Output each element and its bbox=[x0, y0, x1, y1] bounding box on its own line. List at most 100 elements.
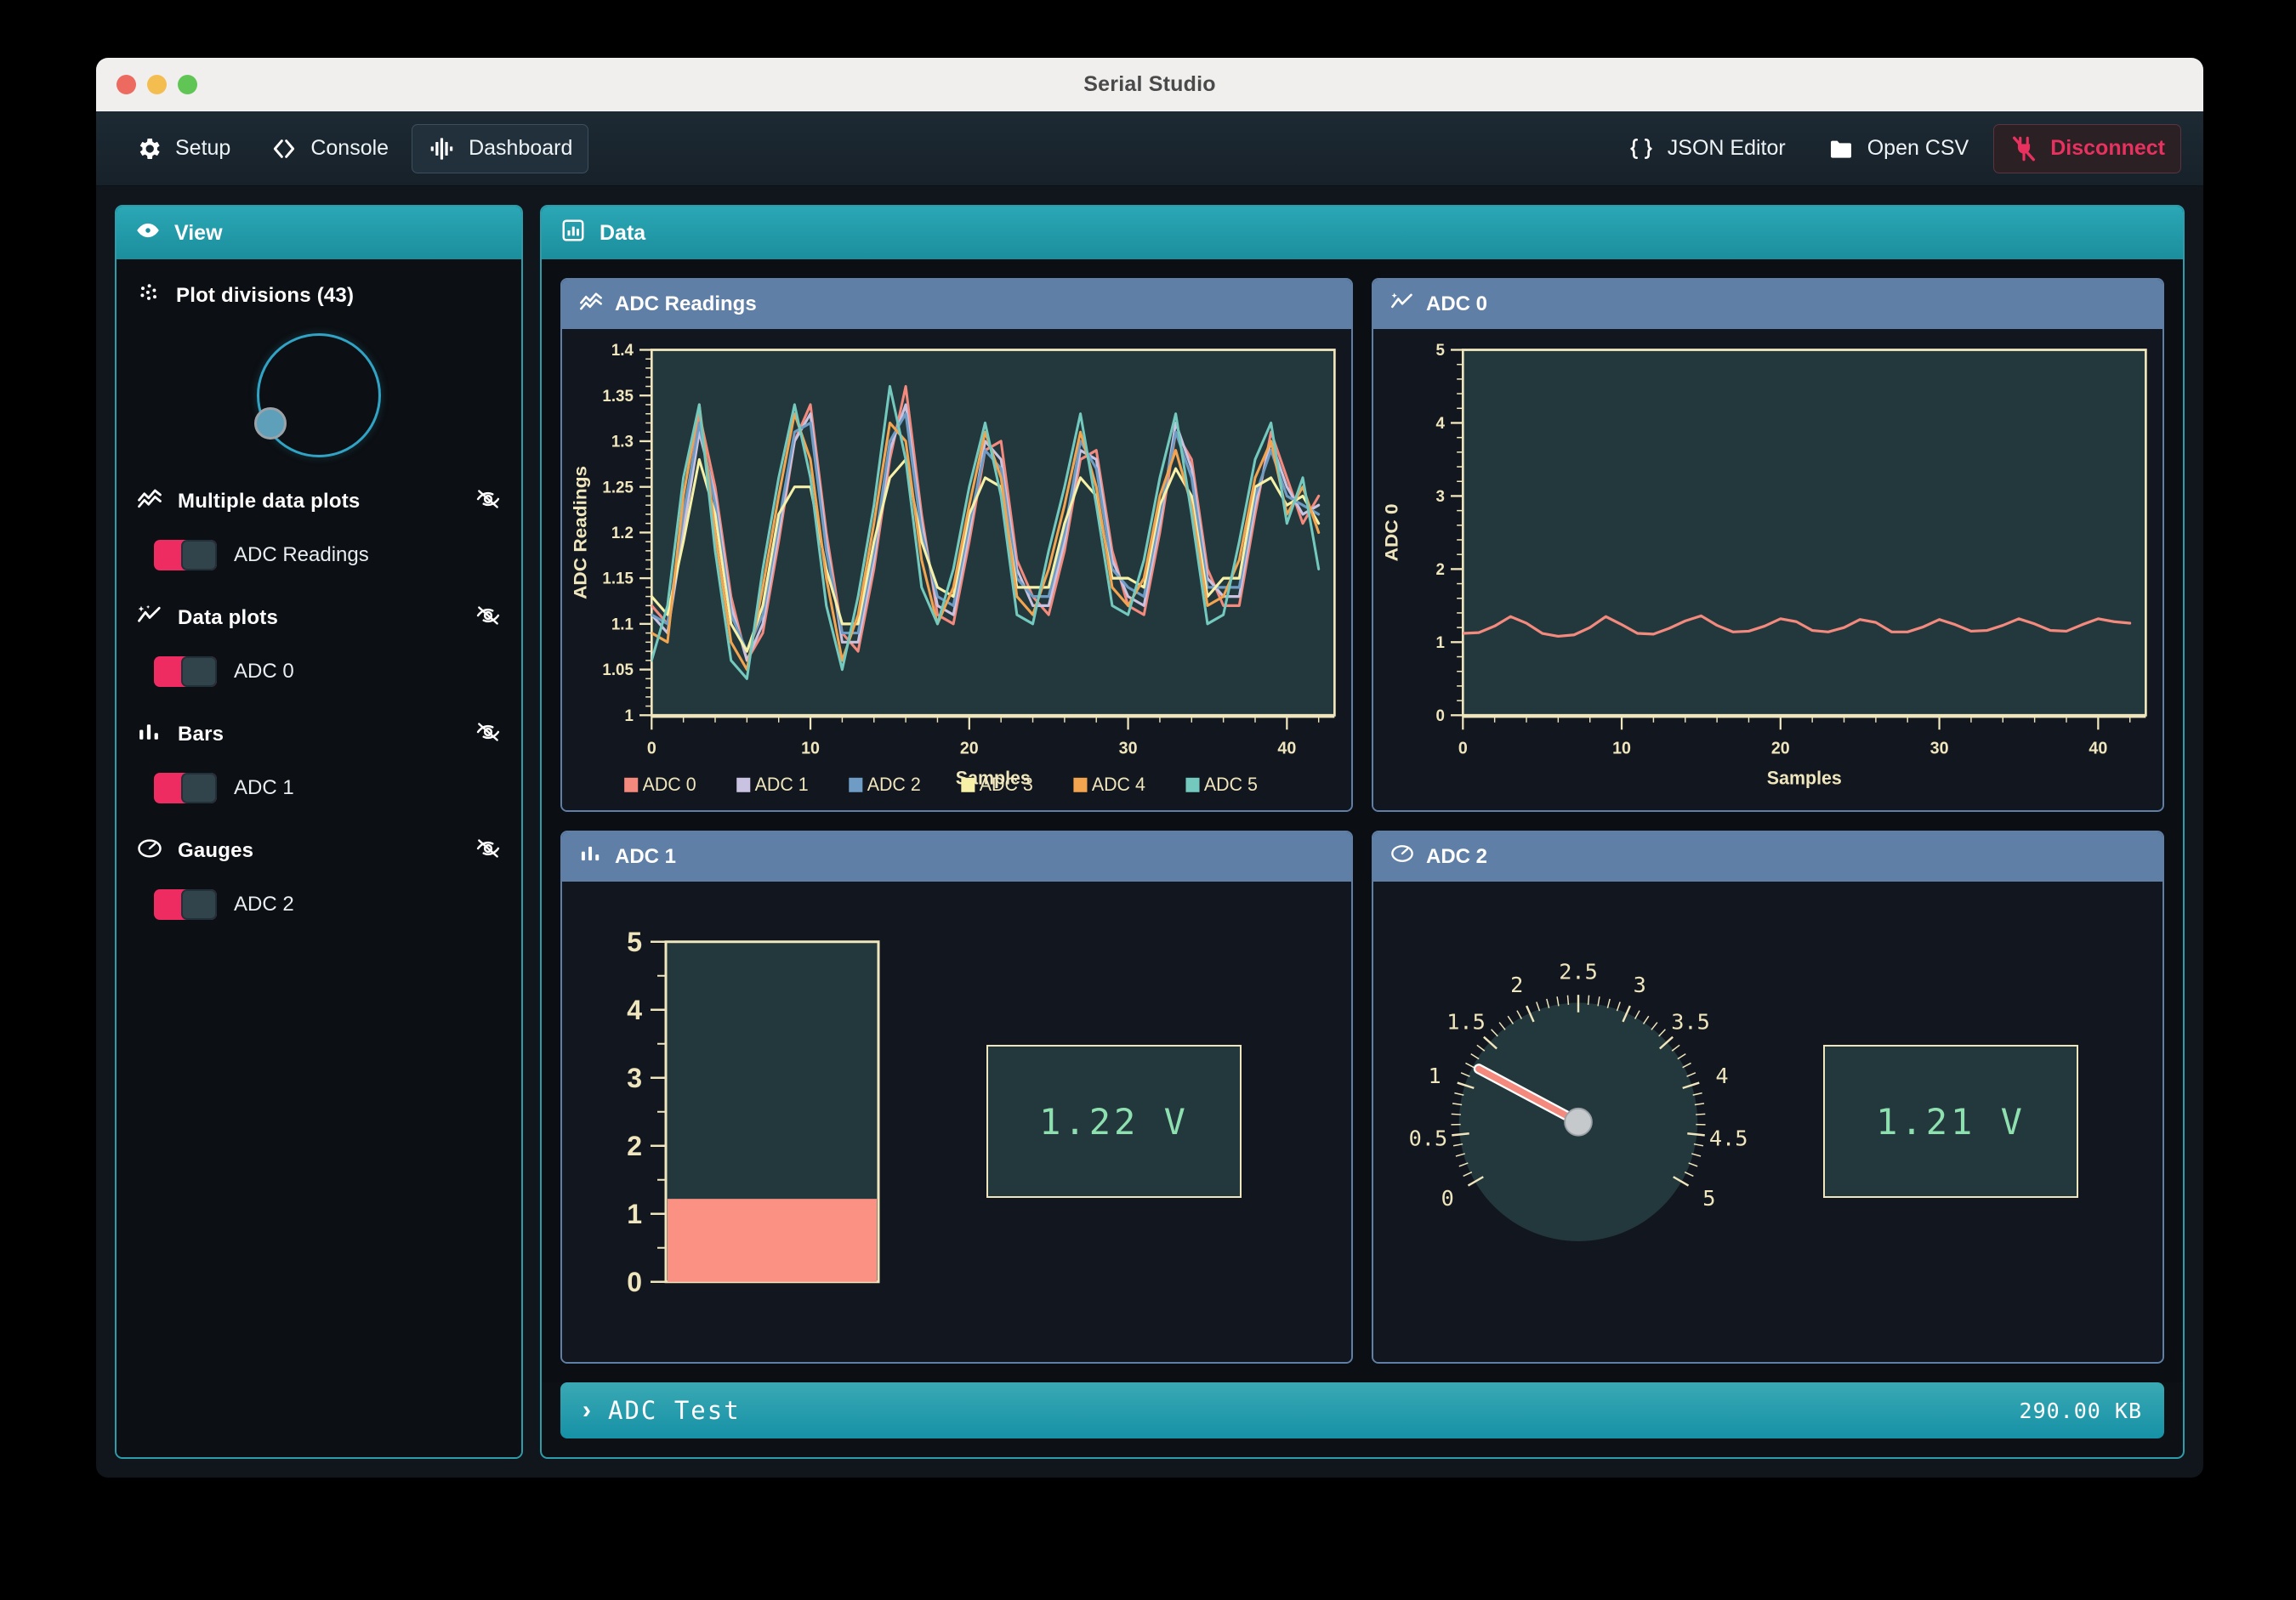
code-brackets-icon bbox=[270, 134, 298, 163]
widget-adc-readings: ADC Readings 1 1.05 1.1 1.15 1.2 1.25 1.3 1.35 1… bbox=[560, 278, 1353, 812]
open-csv-button[interactable]: Open CSV bbox=[1810, 124, 1986, 173]
disconnect-button[interactable]: Disconnect bbox=[1993, 123, 2181, 173]
svg-text:1.35: 1.35 bbox=[602, 387, 634, 406]
svg-text:4.5: 4.5 bbox=[1709, 1126, 1748, 1150]
json-editor-button[interactable]: JSON Editor bbox=[1611, 124, 1802, 173]
toggle-knob bbox=[181, 540, 217, 570]
folder-icon bbox=[1827, 134, 1856, 163]
setup-label: Setup bbox=[175, 136, 231, 160]
eye-off-icon[interactable] bbox=[475, 486, 501, 516]
plot-divisions-row: Plot divisions (43) bbox=[137, 281, 501, 309]
eye-off-icon[interactable] bbox=[475, 603, 501, 633]
toggle-adc-1[interactable] bbox=[154, 773, 217, 803]
eye-off-icon[interactable] bbox=[475, 719, 501, 749]
status-bar[interactable]: › ADC Test 290.00 KB bbox=[560, 1382, 2164, 1438]
setup-button[interactable]: Setup bbox=[118, 124, 247, 173]
svg-text:20: 20 bbox=[960, 739, 979, 758]
multi-line-chart-icon bbox=[137, 486, 162, 516]
plot-divisions-dial-wrapper bbox=[137, 315, 501, 486]
svg-text:ADC 0: ADC 0 bbox=[643, 773, 696, 795]
section-title: Gauges bbox=[178, 838, 254, 862]
widget-title: ADC 1 bbox=[615, 844, 677, 868]
curly-braces-icon bbox=[1627, 134, 1656, 163]
console-button[interactable]: Console bbox=[253, 124, 405, 173]
section-title: Data plots bbox=[178, 605, 279, 629]
section-data-plots[interactable]: Data plots bbox=[137, 603, 501, 633]
view-panel-header: View bbox=[117, 207, 521, 259]
svg-text:40: 40 bbox=[2089, 739, 2107, 758]
toggle-knob bbox=[181, 773, 217, 803]
svg-text:1.2: 1.2 bbox=[611, 525, 634, 543]
dataset-label: ADC 2 bbox=[234, 893, 294, 916]
status-bar-title: ADC Test bbox=[608, 1396, 741, 1425]
widget-header: ADC 1 bbox=[562, 831, 1351, 882]
view-panel-title: View bbox=[174, 220, 223, 245]
toggle-knob bbox=[181, 656, 217, 687]
analog-gauge[interactable]: 0 0.5 1 1.5 2 2.5 3 3.5 4 4.5 5 bbox=[1395, 895, 1761, 1349]
multi-line-chart-icon bbox=[579, 290, 603, 320]
section-multiple-data-plots[interactable]: Multiple data plots bbox=[137, 486, 501, 516]
widget-title: ADC 2 bbox=[1426, 844, 1488, 868]
widgets-grid: ADC Readings 1 1.05 1.1 1.15 1.2 1.25 1.3 1.35 1… bbox=[542, 259, 2183, 1382]
svg-text:4: 4 bbox=[1715, 1064, 1728, 1088]
sparkline-icon bbox=[1390, 290, 1414, 320]
svg-text:1.15: 1.15 bbox=[602, 570, 634, 588]
console-label: Console bbox=[310, 136, 389, 160]
svg-text:1.25: 1.25 bbox=[602, 479, 634, 497]
svg-text:1.1: 1.1 bbox=[611, 616, 634, 634]
section-bars[interactable]: Bars bbox=[137, 719, 501, 749]
section-title: Multiple data plots bbox=[178, 489, 361, 513]
single-series-plot[interactable]: 0 1 2 3 4 5 0 10 20 30 40 Samples ADC 0 bbox=[1373, 329, 2162, 810]
widget-body[interactable]: 0 1 2 3 4 5 0 10 20 30 40 Samples ADC 0 bbox=[1373, 329, 2162, 810]
app-window: Serial Studio Setup Console Dashboard JS… bbox=[96, 58, 2203, 1478]
bar-chart-icon bbox=[579, 842, 603, 871]
svg-text:40: 40 bbox=[1277, 739, 1296, 758]
waveform-icon bbox=[428, 134, 457, 163]
widget-header: ADC Readings bbox=[562, 280, 1351, 329]
svg-text:ADC 0: ADC 0 bbox=[1381, 503, 1401, 561]
plug-disconnect-icon bbox=[2009, 134, 2038, 163]
svg-text:4: 4 bbox=[1435, 415, 1445, 434]
dataset-label: ADC 1 bbox=[234, 776, 294, 799]
toggle-adc-readings[interactable] bbox=[154, 540, 217, 570]
multi-series-plot[interactable]: 11.051.11.151.21.251.31.351.40 10 20 30 40Sa… bbox=[562, 329, 1351, 810]
svg-text:ADC 1: ADC 1 bbox=[755, 773, 809, 795]
widget-title: ADC 0 bbox=[1426, 292, 1488, 315]
svg-text:1.3: 1.3 bbox=[611, 433, 634, 451]
widget-body[interactable]: 0 0.5 1 1.5 2 2.5 3 3.5 4 4.5 5 1.21 V bbox=[1373, 881, 2162, 1362]
dataset-item-adc-2[interactable]: ADC 2 bbox=[137, 871, 501, 952]
widget-body[interactable]: 0 1 2 3 4 5 1.22 V bbox=[562, 881, 1351, 1362]
window-title: Serial Studio bbox=[1083, 72, 1216, 96]
chart-document-icon bbox=[560, 218, 586, 249]
data-panel-header: Data bbox=[542, 207, 2183, 259]
main-content: View Plot divisions (43) Multiple data p… bbox=[96, 186, 2203, 1478]
svg-text:3.5: 3.5 bbox=[1671, 1009, 1710, 1034]
dataset-item-adc-readings[interactable]: ADC Readings bbox=[137, 521, 501, 603]
eye-off-icon[interactable] bbox=[475, 836, 501, 865]
plot-divisions-dial[interactable] bbox=[254, 333, 381, 457]
section-title: Bars bbox=[178, 722, 224, 746]
bar-gauge[interactable]: 0 1 2 3 4 5 bbox=[584, 895, 899, 1349]
gear-icon bbox=[134, 134, 163, 163]
status-bar-size: 290.00 KB bbox=[2019, 1398, 2142, 1423]
toggle-adc-0[interactable] bbox=[154, 656, 217, 687]
svg-text:2: 2 bbox=[1510, 972, 1523, 996]
dial-knob[interactable] bbox=[254, 407, 287, 440]
svg-text:1: 1 bbox=[624, 706, 634, 725]
chevron-right-icon[interactable]: › bbox=[583, 1398, 591, 1423]
widget-adc-1: ADC 1 0 1 2 3 4 5 1.22 V bbox=[560, 830, 1353, 1364]
open-csv-label: Open CSV bbox=[1867, 136, 1969, 160]
json-editor-label: JSON Editor bbox=[1667, 136, 1786, 160]
toggle-knob bbox=[181, 889, 217, 920]
svg-text:3: 3 bbox=[627, 1062, 642, 1092]
toggle-adc-2[interactable] bbox=[154, 889, 217, 920]
main-toolbar: Setup Console Dashboard JSON Editor Open… bbox=[96, 111, 2203, 186]
desktop-background: Serial Studio Setup Console Dashboard JS… bbox=[0, 0, 2296, 1600]
dashboard-button[interactable]: Dashboard bbox=[412, 123, 589, 173]
dataset-item-adc-0[interactable]: ADC 0 bbox=[137, 638, 501, 719]
adc1-readout-value: 1.22 V bbox=[1039, 1100, 1189, 1143]
widget-body[interactable]: 1 1.05 1.1 1.15 1.2 1.25 1.3 1.35 1.4 0 10 20 30 40 Sa… bbox=[562, 329, 1351, 810]
dataset-item-adc-1[interactable]: ADC 1 bbox=[137, 754, 501, 836]
section-gauges[interactable]: Gauges bbox=[137, 836, 501, 865]
view-sidebar: View Plot divisions (43) Multiple data p… bbox=[115, 205, 523, 1459]
